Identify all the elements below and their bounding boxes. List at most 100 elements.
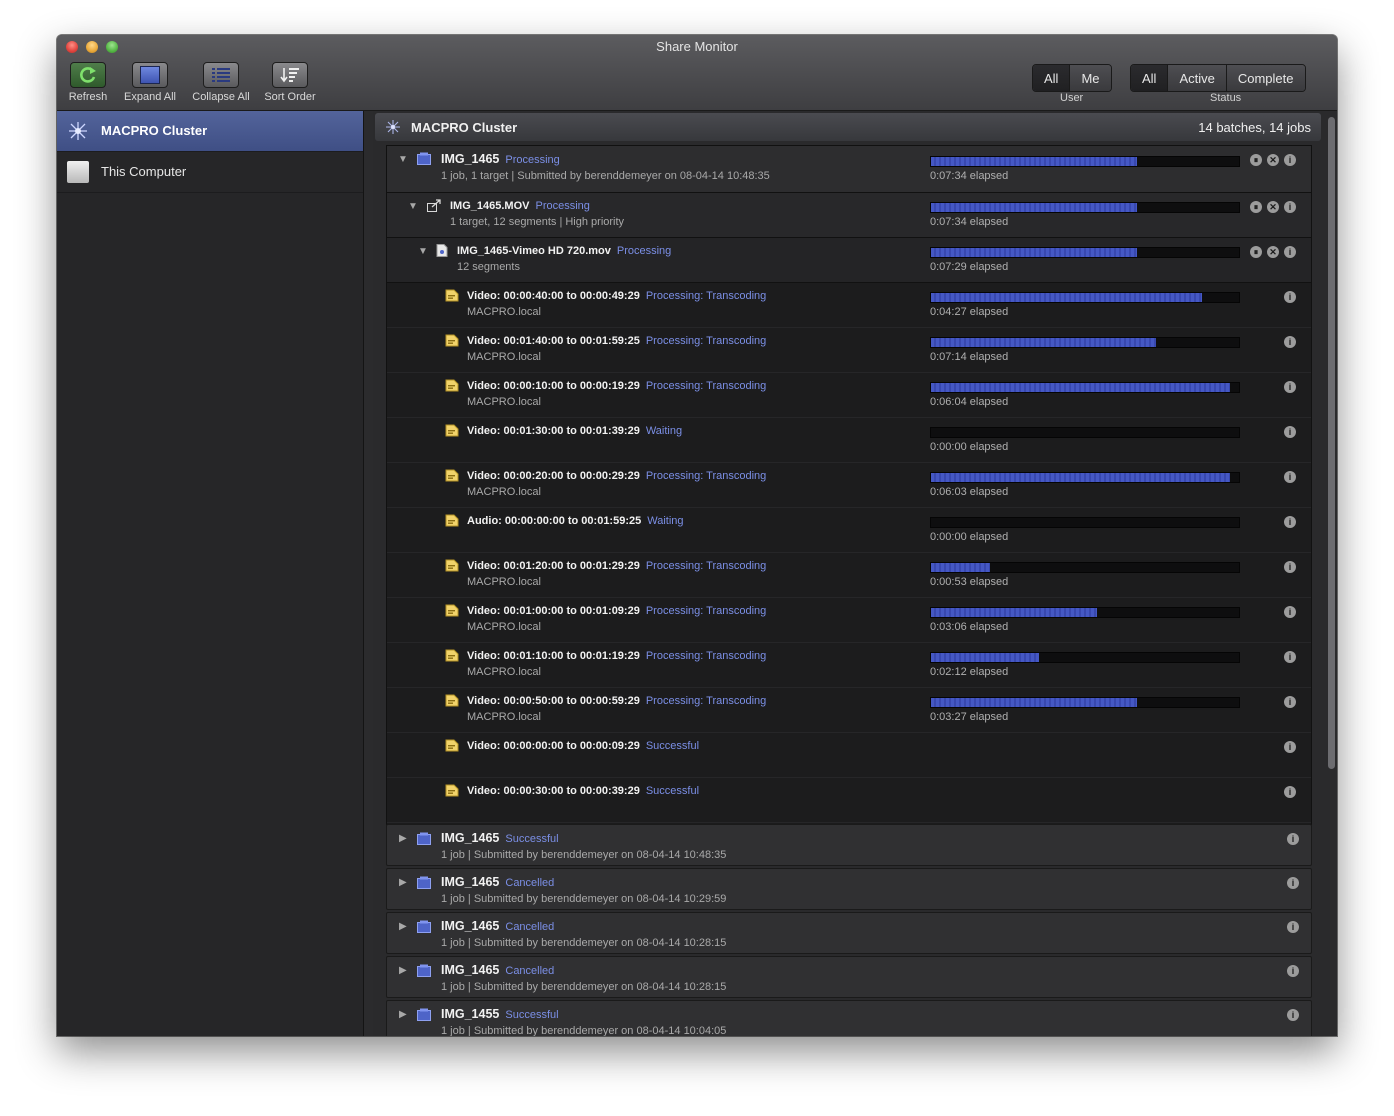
batch-status: Successful xyxy=(505,833,559,845)
batch-row[interactable]: ▼ IMG_1465 Processing 1 job, 1 target | S… xyxy=(387,146,1311,193)
segment-elapsed: 0:02:12 elapsed xyxy=(930,666,1009,678)
info-icon[interactable]: i xyxy=(1284,741,1296,753)
disclosure-triangle-icon[interactable]: ▼ xyxy=(398,154,408,165)
segment-row[interactable]: Video: 00:00:30:00 to 00:00:39:29 Success… xyxy=(387,778,1311,823)
segment-row[interactable]: Video: 00:00:10:00 to 00:00:19:29 Process… xyxy=(387,373,1311,418)
disclosure-triangle-icon[interactable]: ▼ xyxy=(408,201,418,212)
info-icon[interactable]: i xyxy=(1284,696,1296,708)
info-icon[interactable]: i xyxy=(1284,336,1296,348)
segment-row[interactable]: Video: 00:01:20:00 to 00:01:29:29 Process… xyxy=(387,553,1311,598)
segment-row[interactable]: Video: 00:01:10:00 to 00:01:19:29 Process… xyxy=(387,643,1311,688)
info-icon[interactable]: i xyxy=(1287,965,1299,977)
cluster-header: MACPRO Cluster 14 batches, 14 jobs xyxy=(375,113,1321,141)
sort-order-icon xyxy=(272,62,308,88)
segment-icon xyxy=(445,649,459,662)
sidebar-item-this-computer[interactable]: This Computer xyxy=(57,152,363,193)
disclosure-triangle-icon[interactable]: ▶ xyxy=(399,833,407,844)
info-icon[interactable]: i xyxy=(1287,1009,1299,1021)
info-icon[interactable]: i xyxy=(1284,471,1296,483)
disclosure-triangle-icon[interactable]: ▶ xyxy=(399,877,407,888)
batch-row[interactable]: ▶ IMG_1465 Cancelled 1 job | Submitted by b… xyxy=(386,912,1312,954)
segment-elapsed: 0:00:53 elapsed xyxy=(930,576,1009,588)
segment-progress-bar xyxy=(930,607,1240,618)
segment-row[interactable]: Video: 00:01:40:00 to 00:01:59:25 Process… xyxy=(387,328,1311,373)
pause-icon[interactable]: ⏸ xyxy=(1250,246,1262,258)
target-row[interactable]: ▼ IMG_1465-Vimeo HD 720.mov Processing 12… xyxy=(387,238,1311,283)
target-title: IMG_1465-Vimeo HD 720.mov Processing xyxy=(457,245,672,257)
info-icon[interactable]: i xyxy=(1287,877,1299,889)
disclosure-triangle-icon[interactable]: ▶ xyxy=(399,921,407,932)
info-icon[interactable]: i xyxy=(1284,786,1296,798)
status-filter-active[interactable]: Active xyxy=(1168,65,1227,91)
disclosure-triangle-icon[interactable]: ▶ xyxy=(399,1009,407,1020)
segment-row[interactable]: Video: 00:01:00:00 to 00:01:09:29 Process… xyxy=(387,598,1311,643)
collapse-all-button[interactable]: Collapse All xyxy=(186,62,256,103)
segment-host: MACPRO.local xyxy=(467,306,541,318)
segment-row[interactable]: Audio: 00:00:00:00 to 00:01:59:25 Waiting… xyxy=(387,508,1311,553)
info-icon[interactable]: i xyxy=(1284,154,1296,166)
user-filter-me[interactable]: Me xyxy=(1070,65,1111,91)
batch-icon xyxy=(417,832,431,845)
status-filter-complete[interactable]: Complete xyxy=(1226,65,1305,91)
segment-row[interactable]: Video: 00:01:30:00 to 00:01:39:29 Waiting… xyxy=(387,418,1311,463)
job-subtitle: 1 target, 12 segments | High priority xyxy=(450,216,625,228)
segment-title: Video: 00:00:50:00 to 00:00:59:29 Process… xyxy=(467,695,767,707)
segment-progress-bar xyxy=(930,382,1240,393)
job-row[interactable]: ▼ IMG_1465.MOV Processing 1 target, 12 se… xyxy=(387,193,1311,238)
segment-row[interactable]: Video: 00:00:40:00 to 00:00:49:29 Process… xyxy=(387,283,1311,328)
info-icon[interactable]: i xyxy=(1284,291,1296,303)
info-icon[interactable]: i xyxy=(1284,381,1296,393)
disclosure-triangle-icon[interactable]: ▶ xyxy=(399,965,407,976)
batch-row[interactable]: ▶ IMG_1465 Cancelled 1 job | Submitted by b… xyxy=(386,868,1312,910)
scrollbar[interactable] xyxy=(1325,111,1337,1036)
segment-icon xyxy=(445,514,459,527)
movie-file-icon xyxy=(436,244,448,257)
batch-row[interactable]: ▶ IMG_1465 Cancelled 1 job | Submitted by b… xyxy=(386,956,1312,998)
info-icon[interactable]: i xyxy=(1284,561,1296,573)
refresh-icon xyxy=(70,62,106,88)
info-icon[interactable]: i xyxy=(1284,426,1296,438)
target-subtitle: 12 segments xyxy=(457,261,520,273)
batch-row[interactable]: ▶ IMG_1465 Successful 1 job | Submitted by … xyxy=(386,824,1312,866)
sort-order-button[interactable]: Sort Order xyxy=(255,62,325,103)
segment-row[interactable]: Video: 00:00:20:00 to 00:00:29:29 Process… xyxy=(387,463,1311,508)
segment-status: Processing: Transcoding xyxy=(645,335,767,347)
segment-row[interactable]: Video: 00:00:00:00 to 00:00:09:29 Success… xyxy=(387,733,1311,778)
sidebar-item-macpro-cluster[interactable]: MACPRO Cluster xyxy=(57,111,363,152)
batch-progress-bar xyxy=(930,156,1240,167)
cancel-icon[interactable]: ✕ xyxy=(1267,201,1279,213)
target-elapsed: 0:07:29 elapsed xyxy=(930,261,1009,273)
refresh-button[interactable]: Refresh xyxy=(57,62,123,103)
scrollbar-thumb[interactable] xyxy=(1328,117,1335,769)
pause-icon[interactable]: ⏸ xyxy=(1250,154,1262,166)
expanded-batch-panel: ▼ IMG_1465 Processing 1 job, 1 target | S… xyxy=(386,145,1312,825)
info-icon[interactable]: i xyxy=(1284,516,1296,528)
segment-title: Video: 00:00:10:00 to 00:00:19:29 Process… xyxy=(467,380,767,392)
disclosure-triangle-icon[interactable]: ▼ xyxy=(418,246,428,257)
pause-icon[interactable]: ⏸ xyxy=(1250,201,1262,213)
status-filter-all[interactable]: All xyxy=(1131,65,1169,91)
segment-elapsed: 0:06:03 elapsed xyxy=(930,486,1009,498)
info-icon[interactable]: i xyxy=(1284,606,1296,618)
collapse-all-icon xyxy=(203,62,239,88)
info-icon[interactable]: i xyxy=(1287,921,1299,933)
cancel-icon[interactable]: ✕ xyxy=(1267,246,1279,258)
segment-elapsed: 0:00:00 elapsed xyxy=(930,441,1009,453)
info-icon[interactable]: i xyxy=(1284,246,1296,258)
batch-row[interactable]: ▶ IMG_1455 Successful 1 job | Submitted by … xyxy=(386,1000,1312,1036)
segment-host: MACPRO.local xyxy=(467,711,541,723)
segment-status: Processing: Transcoding xyxy=(645,470,767,482)
expand-all-button[interactable]: Expand All xyxy=(115,62,185,103)
segment-status: Processing: Transcoding xyxy=(645,695,767,707)
user-filter-all[interactable]: All xyxy=(1033,65,1071,91)
info-icon[interactable]: i xyxy=(1284,651,1296,663)
sidebar-item-label: This Computer xyxy=(101,164,187,179)
info-icon[interactable]: i xyxy=(1287,833,1299,845)
segment-elapsed: 0:03:27 elapsed xyxy=(930,711,1009,723)
segment-row[interactable]: Video: 00:00:50:00 to 00:00:59:29 Process… xyxy=(387,688,1311,733)
segment-icon xyxy=(445,469,459,482)
segment-progress-bar xyxy=(930,292,1240,303)
batch-title: IMG_1465 Cancelled xyxy=(441,919,555,933)
info-icon[interactable]: i xyxy=(1284,201,1296,213)
cancel-icon[interactable]: ✕ xyxy=(1267,154,1279,166)
